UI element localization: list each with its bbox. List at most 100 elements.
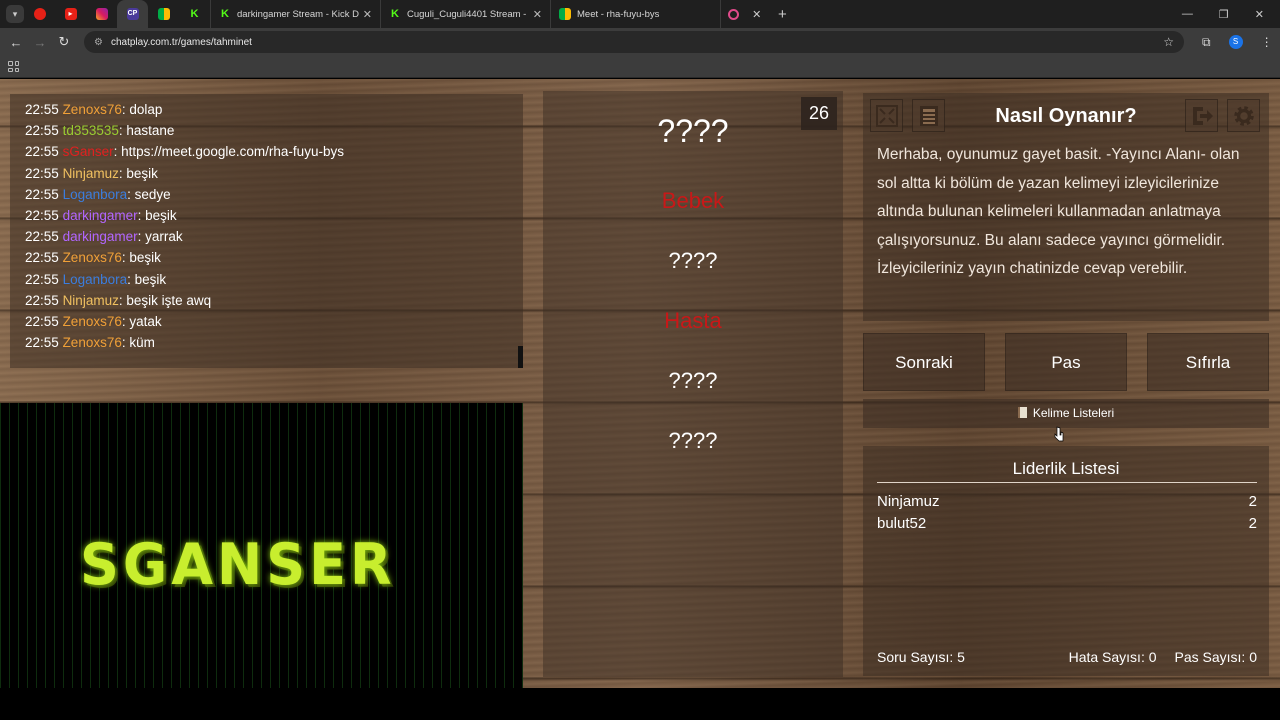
close-tab-icon[interactable]: ✕ (363, 8, 372, 21)
reload-icon[interactable]: ↻ (52, 34, 76, 50)
forward-icon[interactable]: → (28, 35, 52, 50)
tab-kick-dashboard[interactable]: K darkingamer Stream - Kick Dashboard ✕ (210, 0, 380, 28)
restore-icon[interactable]: ❐ (1219, 8, 1229, 21)
pinned-tab-youtube-red[interactable] (24, 0, 55, 28)
chat-time: 22:55 (25, 313, 59, 329)
profile-avatar[interactable]: S (1228, 35, 1243, 49)
chat-username[interactable]: Loganbora (63, 272, 128, 287)
new-tab-button[interactable]: + (778, 6, 787, 23)
error-count: Hata Sayısı: 0 (1068, 649, 1157, 665)
kick-icon: K (190, 8, 199, 20)
chat-username[interactable]: darkingamer (63, 208, 138, 223)
close-window-icon[interactable]: ✕ (1255, 8, 1264, 21)
chat-text: : yarrak (137, 229, 183, 245)
pinned-tab-kick[interactable]: K (179, 0, 210, 28)
settings-button[interactable] (1227, 99, 1260, 132)
extensions-icon[interactable]: ⧉ (1202, 35, 1211, 50)
how-to-play-text: Merhaba, oyunumuz gayet basit. -Yayıncı … (877, 146, 1240, 278)
word-lists-label: Kelime Listeleri (1032, 406, 1115, 420)
word-lists-button[interactable]: Kelime Listeleri (863, 399, 1269, 428)
minimize-icon[interactable]: — (1182, 8, 1193, 21)
chat-time: 22:55 (25, 144, 59, 160)
tab-recording[interactable]: ✕ (720, 0, 768, 28)
word-slot: Bebek (661, 188, 725, 213)
chat-message: 22:55 Zenoxs76: beşik (25, 247, 523, 268)
word-slot: ???? (668, 428, 718, 453)
chat-time: 22:55 (25, 102, 59, 117)
chat-username[interactable]: Zenoxs76 (63, 314, 122, 329)
next-button[interactable]: Sonraki (863, 333, 985, 391)
chat-username[interactable]: Loganbora (63, 187, 128, 202)
bookmarks-bar (0, 56, 1280, 78)
pinned-tab-chatplay[interactable]: CP (117, 0, 148, 28)
exit-button[interactable] (1185, 99, 1218, 132)
chat-text: : beşik işte awq (118, 292, 212, 308)
chat-username[interactable]: Zenoxs76 (63, 102, 122, 117)
kick-icon: K (391, 8, 399, 20)
close-tab-icon[interactable]: ✕ (752, 8, 761, 21)
chat-username[interactable]: sGanser (63, 144, 114, 159)
url-field[interactable]: ⚙ chatplay.com.tr/games/tahminet ☆ (84, 31, 1184, 53)
tab-meet[interactable]: Meet - rha-fuyu-bys (550, 0, 720, 28)
word-slot: ???? (657, 113, 729, 149)
chat-username[interactable]: Ninjamuz (63, 293, 119, 308)
chat-username[interactable]: darkingamer (63, 229, 138, 244)
pinned-tab-instagram[interactable] (86, 0, 117, 28)
chat-text: : https://meet.google.com/rha-fuyu-bys (113, 144, 344, 160)
chat-text: : beşik (127, 271, 167, 287)
chat-username[interactable]: Zenoxs76 (63, 335, 122, 350)
chat-message: 22:55 Loganbora: beşik (25, 269, 523, 290)
chat-message: 22:55 sGanser: https://meet.google.com/r… (25, 141, 523, 162)
chat-message: 22:55 Zenoxs76: yatak (25, 311, 523, 332)
menu-kebab-icon[interactable]: ⋮ (1261, 35, 1273, 49)
chat-message: 22:55 Loganbora: sedye (25, 184, 523, 205)
chat-time: 22:55 (25, 250, 59, 266)
chat-message: 22:55 td353535: hastane (25, 120, 523, 141)
taskbar-area (0, 688, 1280, 720)
tab-search-icon[interactable]: ▾ (6, 5, 24, 23)
chat-time: 22:55 (25, 207, 59, 223)
player-score: 2 (1248, 515, 1257, 532)
chat-scrollbar[interactable] (518, 346, 523, 368)
chat-username[interactable]: td353535 (63, 123, 119, 138)
chat-time: 22:55 (25, 123, 59, 139)
pass-count: Pas Sayısı: 0 (1174, 649, 1257, 665)
player-name: bulut52 (877, 515, 927, 532)
chat-message: 22:55 Zenoxs76: küm (25, 332, 523, 353)
leaderboard-panel: Liderlik Listesi Ninjamuz 2 bulut52 2 So… (863, 446, 1269, 676)
youtube-icon: ▸ (64, 8, 77, 20)
chat-text: : küm (121, 335, 155, 351)
address-bar-row: ← → ↻ ⚙ chatplay.com.tr/games/tahminet ☆… (0, 28, 1280, 56)
chat-message: 22:55 Ninjamuz: beşik (25, 163, 523, 184)
close-tab-icon[interactable]: ✕ (533, 8, 542, 21)
back-icon[interactable]: ← (4, 35, 28, 50)
chatplay-icon: CP (126, 8, 139, 20)
url-text: chatplay.com.tr/games/tahminet (110, 36, 252, 48)
leaderboard-row: Ninjamuz 2 (877, 493, 1257, 510)
chat-username[interactable]: Ninjamuz (63, 166, 119, 181)
tab-kick-watch[interactable]: K Cuguli_Cuguli4401 Stream - Watch ✕ (380, 0, 550, 28)
chat-text: : sedye (127, 186, 171, 202)
mouse-cursor-icon (1054, 426, 1064, 442)
pinned-tab-meet[interactable] (148, 0, 179, 28)
pinned-tab-youtube[interactable]: ▸ (55, 0, 86, 28)
leaderboard-title: Liderlik Listesi (1012, 459, 1120, 478)
reset-button[interactable]: Sıfırla (1147, 333, 1269, 391)
chat-time: 22:55 (25, 165, 59, 181)
chat-text: : dolap (121, 102, 163, 117)
chat-text: : beşik (137, 207, 177, 223)
apps-grid-icon[interactable] (8, 61, 19, 72)
tab-title: Meet - rha-fuyu-bys (577, 8, 660, 20)
site-info-icon[interactable]: ⚙ (94, 37, 103, 48)
chat-time: 22:55 (25, 335, 59, 351)
chat-text: : beşik (118, 165, 158, 181)
chat-username[interactable]: Zenoxs76 (63, 250, 122, 265)
word-column: 26 ???? Bebek ???? Hasta ???? ???? (543, 91, 843, 677)
record-icon (727, 8, 739, 20)
bookmark-star-icon[interactable]: ☆ (1163, 35, 1174, 49)
game-stats: Soru Sayısı: 5 Hata Sayısı: 0 Pas Sayısı… (877, 649, 1257, 665)
game-page: 22:55 Zenoxs76: dolap 22:55 td353535: has… (0, 79, 1280, 688)
pass-button[interactable]: Pas (1005, 333, 1127, 391)
logout-icon (1192, 106, 1213, 125)
how-to-play-panel: Nasıl Oynanır? Merhaba, oyunumuz gayet b… (863, 93, 1269, 321)
